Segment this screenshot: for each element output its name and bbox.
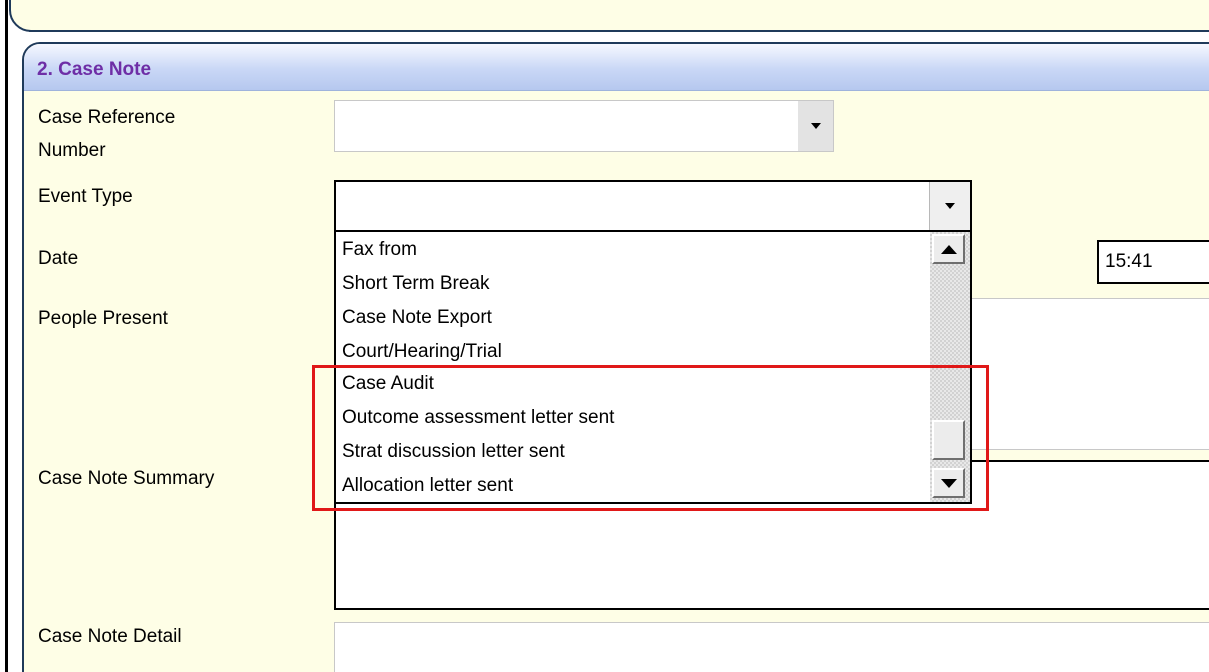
dropdown-option-fax-from[interactable]: Fax from xyxy=(342,235,417,265)
highlight-annotation-box xyxy=(312,365,989,511)
dropdown-option-court-hearing-trial[interactable]: Court/Hearing/Trial xyxy=(342,337,502,367)
people-present-label: People Present xyxy=(38,308,168,329)
previous-section-panel xyxy=(9,0,1209,32)
case-reference-label-line2: Number xyxy=(38,140,106,161)
event-type-label: Event Type xyxy=(38,186,133,207)
scroll-up-arrow-icon xyxy=(940,244,957,254)
time-field[interactable]: 15:41 xyxy=(1097,240,1209,284)
case-note-detail-label: Case Note Detail xyxy=(38,626,182,647)
scroll-up-button[interactable] xyxy=(932,234,965,264)
app-window: 2. Case Note Case Reference Number Event… xyxy=(0,0,1209,672)
section-title: 2. Case Note xyxy=(37,59,152,80)
case-reference-label-line1: Case Reference xyxy=(38,107,176,128)
date-label: Date xyxy=(38,248,79,269)
event-type-combo[interactable] xyxy=(334,180,972,232)
dropdown-option-case-note-export[interactable]: Case Note Export xyxy=(342,303,492,333)
case-reference-dropdown-button[interactable] xyxy=(798,101,833,151)
people-present-field[interactable] xyxy=(968,298,1209,450)
window-border xyxy=(5,0,8,672)
case-reference-combo[interactable] xyxy=(334,100,834,152)
case-note-detail-field[interactable] xyxy=(334,622,1209,672)
chevron-down-icon xyxy=(810,123,821,129)
event-type-dropdown-button[interactable] xyxy=(929,182,970,230)
case-note-summary-label: Case Note Summary xyxy=(38,468,215,489)
section-header[interactable]: 2. Case Note xyxy=(24,44,1209,91)
chevron-down-icon xyxy=(945,203,955,209)
dropdown-option-short-term-break[interactable]: Short Term Break xyxy=(342,269,489,299)
